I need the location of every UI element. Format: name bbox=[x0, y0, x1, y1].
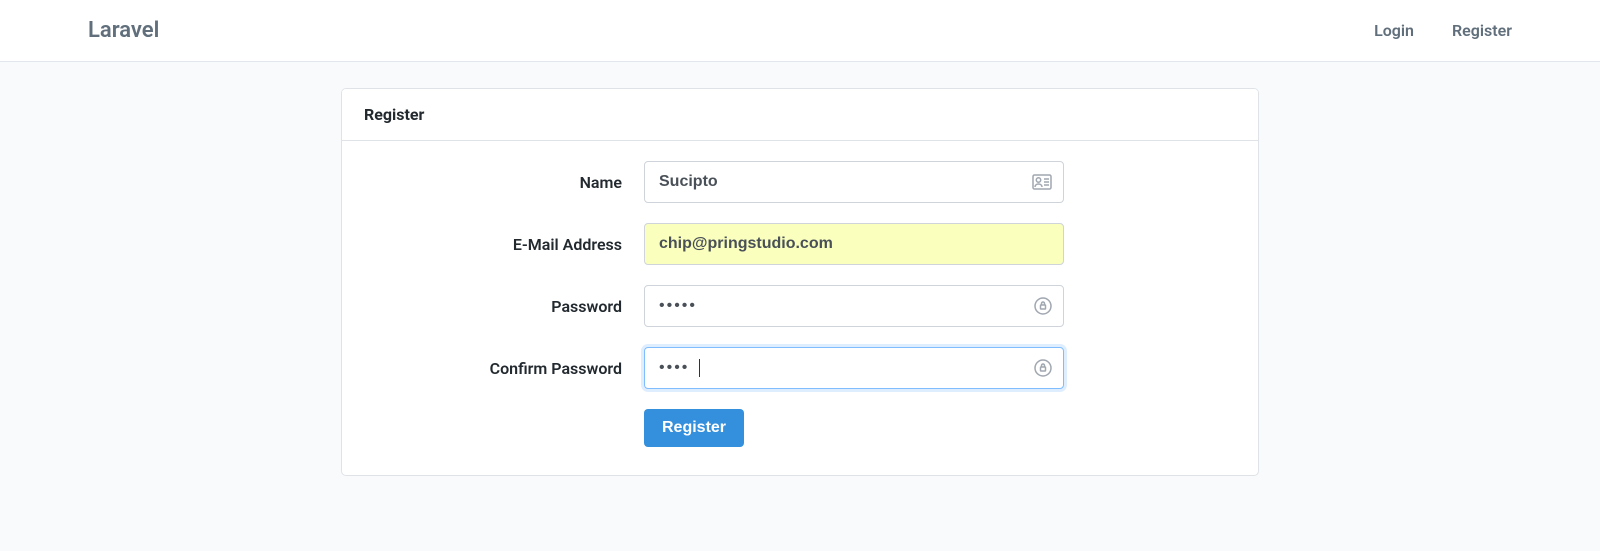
email-input[interactable] bbox=[644, 223, 1064, 265]
form-group-submit: Register bbox=[364, 409, 1236, 447]
login-link[interactable]: Login bbox=[1374, 21, 1414, 40]
name-input-wrap bbox=[644, 161, 1064, 203]
contact-card-icon bbox=[1032, 174, 1052, 190]
form-group-name: Name bbox=[364, 161, 1236, 203]
text-caret bbox=[699, 359, 700, 377]
navbar: Laravel Login Register bbox=[0, 0, 1600, 62]
register-card: Register Name bbox=[341, 88, 1259, 476]
form-group-password: Password bbox=[364, 285, 1236, 327]
key-icon bbox=[1034, 297, 1052, 315]
password-input-wrap bbox=[644, 285, 1064, 327]
email-input-wrap bbox=[644, 223, 1064, 265]
brand-link[interactable]: Laravel bbox=[88, 18, 159, 43]
name-label: Name bbox=[364, 173, 644, 192]
name-input[interactable] bbox=[644, 161, 1064, 203]
card-body: Name E-Mai bbox=[342, 141, 1258, 475]
password-label: Password bbox=[364, 297, 644, 316]
form-group-email: E-Mail Address bbox=[364, 223, 1236, 265]
main-content: Register Name bbox=[0, 62, 1600, 502]
email-label: E-Mail Address bbox=[364, 235, 644, 254]
nav-links: Login Register bbox=[1374, 21, 1512, 40]
register-link[interactable]: Register bbox=[1452, 21, 1512, 40]
card-header: Register bbox=[342, 89, 1258, 141]
confirm-input-wrap bbox=[644, 347, 1064, 389]
key-icon bbox=[1034, 359, 1052, 377]
form-group-confirm: Confirm Password bbox=[364, 347, 1236, 389]
register-button[interactable]: Register bbox=[644, 409, 744, 447]
confirm-label: Confirm Password bbox=[364, 359, 644, 378]
confirm-input[interactable] bbox=[644, 347, 1064, 389]
password-input[interactable] bbox=[644, 285, 1064, 327]
navbar-container: Laravel Login Register bbox=[0, 18, 1600, 43]
